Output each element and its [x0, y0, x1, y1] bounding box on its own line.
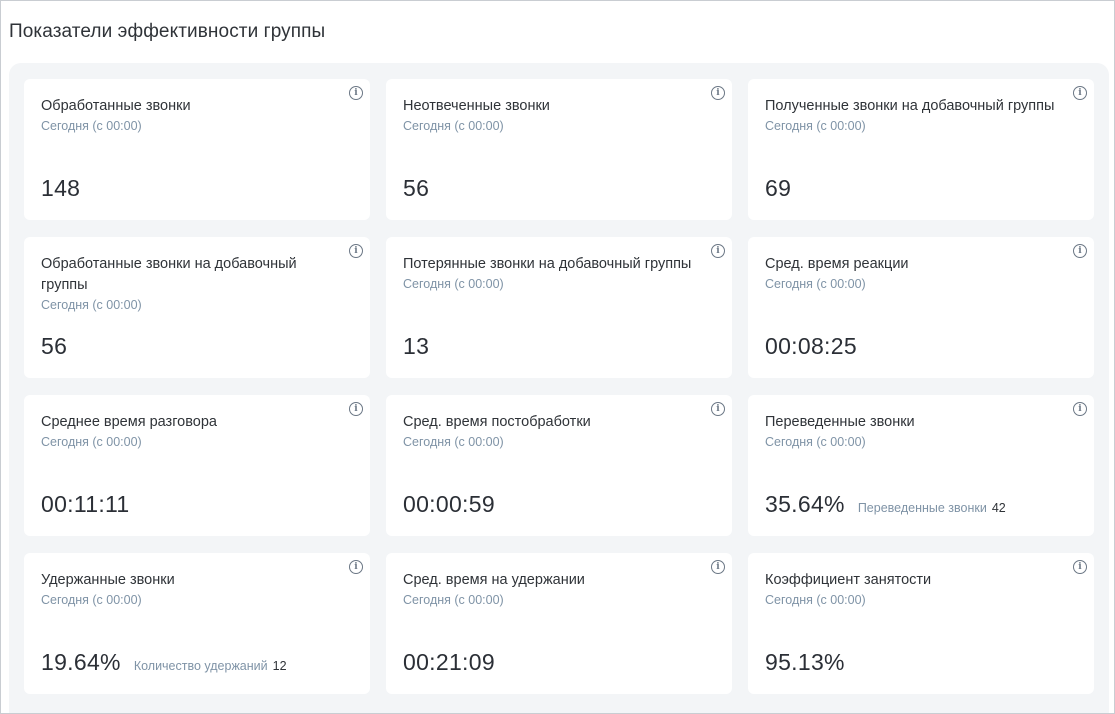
- metric-card-unanswered-calls: i Неотвеченные звонки Сегодня (с 00:00) …: [386, 79, 732, 220]
- card-subtitle: Сегодня (с 00:00): [765, 593, 866, 607]
- metric-card-avg-talk-time: i Среднее время разговора Сегодня (с 00:…: [24, 395, 370, 536]
- card-value: 19.64%: [41, 649, 121, 675]
- card-value-row: 00:21:09: [403, 649, 495, 676]
- card-value: 00:21:09: [403, 649, 495, 675]
- card-title: Сред. время постобработки: [403, 414, 591, 430]
- extra-label: Переведенные звонки: [857, 501, 987, 515]
- metrics-grid: i Обработанные звонки Сегодня (с 00:00) …: [24, 79, 1094, 694]
- metric-card-handled-group-ext: i Обработанные звонки на добавочный груп…: [24, 237, 370, 378]
- card-value: 69: [765, 175, 792, 201]
- card-subtitle: Сегодня (с 00:00): [41, 119, 142, 133]
- card-title: Неотвеченные звонки: [403, 98, 550, 114]
- info-icon[interactable]: i: [1073, 86, 1087, 100]
- card-value-row: 148: [41, 175, 80, 202]
- info-icon[interactable]: i: [711, 86, 725, 100]
- metrics-panel: i Обработанные звонки Сегодня (с 00:00) …: [9, 63, 1109, 713]
- card-subtitle: Сегодня (с 00:00): [403, 119, 504, 133]
- card-value: 13: [403, 333, 430, 359]
- card-value-row: 00:00:59: [403, 491, 495, 518]
- metric-card-lost-group-ext: i Потерянные звонки на добавочный группы…: [386, 237, 732, 378]
- card-value: 00:00:59: [403, 491, 495, 517]
- card-subtitle: Сегодня (с 00:00): [41, 435, 142, 449]
- card-value-row: 95.13%: [765, 649, 845, 676]
- card-title: Обработанные звонки на добавочный группы: [41, 256, 297, 293]
- card-title: Сред. время реакции: [765, 256, 909, 272]
- card-title: Обработанные звонки: [41, 98, 191, 114]
- page-title: Показатели эффективности группы: [9, 21, 326, 42]
- extra-value: 42: [991, 501, 1006, 515]
- card-value: 56: [403, 175, 430, 201]
- card-title: Среднее время разговора: [41, 414, 217, 430]
- metric-card-avg-hold-time: i Сред. время на удержании Сегодня (с 00…: [386, 553, 732, 694]
- card-value: 148: [41, 175, 81, 201]
- info-icon[interactable]: i: [349, 560, 363, 574]
- metric-card-received-group-ext: i Полученные звонки на добавочный группы…: [748, 79, 1094, 220]
- card-value-row: 13: [403, 333, 429, 360]
- metric-card-occupancy-rate: i Коэффициент занятости Сегодня (с 00:00…: [748, 553, 1094, 694]
- card-value: 35.64%: [765, 491, 845, 517]
- info-icon[interactable]: i: [711, 402, 725, 416]
- extra-value: 12: [272, 659, 287, 673]
- extra-label: Количество удержаний: [133, 659, 268, 673]
- card-subtitle: Сегодня (с 00:00): [403, 277, 504, 291]
- info-icon[interactable]: i: [711, 560, 725, 574]
- card-value: 00:08:25: [765, 333, 857, 359]
- card-value-row: 56: [403, 175, 429, 202]
- metric-card-handled-calls: i Обработанные звонки Сегодня (с 00:00) …: [24, 79, 370, 220]
- card-subtitle: Сегодня (с 00:00): [41, 593, 142, 607]
- card-value-row: 19.64% Количество удержаний 12: [41, 649, 287, 676]
- info-icon[interactable]: i: [1073, 560, 1087, 574]
- card-value-row: 00:11:11: [41, 491, 130, 518]
- info-icon[interactable]: i: [349, 244, 363, 258]
- card-value-row: 56: [41, 333, 67, 360]
- metric-card-avg-wrapup-time: i Сред. время постобработки Сегодня (с 0…: [386, 395, 732, 536]
- card-value-row: 69: [765, 175, 791, 202]
- card-subtitle: Сегодня (с 00:00): [765, 119, 866, 133]
- card-subtitle: Сегодня (с 00:00): [765, 435, 866, 449]
- card-value-row: 35.64% Переведенные звонки 42: [765, 491, 1006, 518]
- info-icon[interactable]: i: [349, 86, 363, 100]
- card-title: Удержанные звонки: [41, 572, 175, 588]
- card-title: Переведенные звонки: [765, 414, 915, 430]
- card-subtitle: Сегодня (с 00:00): [41, 298, 142, 312]
- info-icon[interactable]: i: [1073, 244, 1087, 258]
- card-value-row: 00:08:25: [765, 333, 857, 360]
- dashboard-frame: Показатели эффективности группы i Обрабо…: [0, 0, 1115, 714]
- card-title: Сред. время на удержании: [403, 572, 585, 588]
- card-title: Потерянные звонки на добавочный группы: [403, 256, 692, 272]
- card-subtitle: Сегодня (с 00:00): [765, 277, 866, 291]
- card-title: Полученные звонки на добавочный группы: [765, 98, 1055, 114]
- card-value: 56: [41, 333, 68, 359]
- info-icon[interactable]: i: [1073, 402, 1087, 416]
- metric-card-avg-reaction-time: i Сред. время реакции Сегодня (с 00:00) …: [748, 237, 1094, 378]
- info-icon[interactable]: i: [349, 402, 363, 416]
- card-value: 95.13%: [765, 649, 845, 675]
- metric-card-transferred-calls: i Переведенные звонки Сегодня (с 00:00) …: [748, 395, 1094, 536]
- card-value: 00:11:11: [41, 491, 130, 517]
- info-icon[interactable]: i: [711, 244, 725, 258]
- card-title: Коэффициент занятости: [765, 572, 932, 588]
- metric-card-held-calls: i Удержанные звонки Сегодня (с 00:00) 19…: [24, 553, 370, 694]
- card-subtitle: Сегодня (с 00:00): [403, 435, 504, 449]
- card-subtitle: Сегодня (с 00:00): [403, 593, 504, 607]
